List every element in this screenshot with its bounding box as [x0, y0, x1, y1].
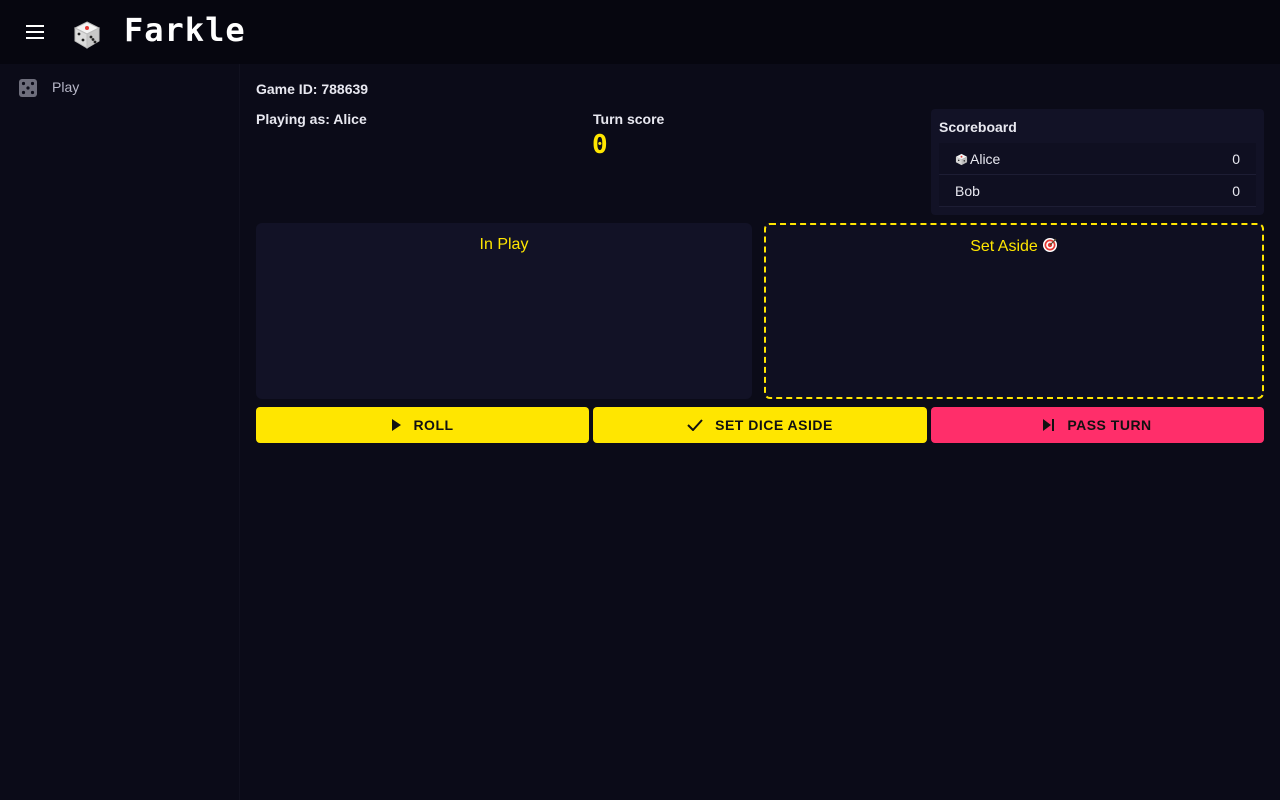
- scoreboard: Scoreboard Alice 0 Bob 0: [931, 109, 1264, 215]
- sidebar-item-play[interactable]: Play: [0, 68, 239, 108]
- player-name-text: Alice: [970, 151, 1001, 167]
- turn-score-value: 0: [592, 130, 608, 160]
- set-dice-aside-button[interactable]: SET DICE ASIDE: [593, 407, 927, 443]
- die-icon: [955, 153, 968, 166]
- set-dice-aside-label: SET DICE ASIDE: [715, 417, 833, 433]
- pass-turn-label: PASS TURN: [1067, 417, 1152, 433]
- app-title: Farkle: [124, 11, 246, 49]
- set-aside-panel[interactable]: Set Aside: [764, 223, 1264, 399]
- target-icon: [1042, 238, 1057, 252]
- check-icon: [687, 419, 703, 431]
- player-score: 0: [1232, 183, 1240, 199]
- hamburger-menu-icon[interactable]: [24, 22, 48, 42]
- player-name: Alice: [955, 151, 1000, 167]
- dice-icon: [19, 79, 37, 97]
- in-play-title: In Play: [479, 236, 529, 253]
- main-content: Game ID: 788639 Playing as: Alice Turn s…: [240, 64, 1280, 800]
- sidebar-item-label: Play: [52, 79, 80, 95]
- playing-as: Playing as: Alice: [256, 111, 367, 127]
- player-name: Bob: [955, 183, 980, 199]
- table-row: Bob 0: [939, 175, 1256, 207]
- play-icon: [392, 419, 402, 431]
- app-bar: Farkle: [0, 0, 1280, 64]
- scoreboard-title: Scoreboard: [939, 119, 1017, 135]
- player-score: 0: [1232, 151, 1240, 167]
- turn-score-label: Turn score: [593, 111, 665, 127]
- in-play-panel[interactable]: In Play: [256, 223, 752, 399]
- die-icon: [73, 21, 101, 49]
- skip-next-icon: [1043, 419, 1055, 431]
- roll-button-label: ROLL: [413, 417, 454, 433]
- roll-button[interactable]: ROLL: [256, 407, 589, 443]
- set-aside-title: Set Aside: [766, 237, 1262, 256]
- game-id: Game ID: 788639: [256, 81, 369, 97]
- table-row: Alice 0: [939, 143, 1256, 175]
- sidebar: Play: [0, 64, 240, 800]
- pass-turn-button[interactable]: PASS TURN: [931, 407, 1264, 443]
- set-aside-title-text: Set Aside: [970, 238, 1038, 255]
